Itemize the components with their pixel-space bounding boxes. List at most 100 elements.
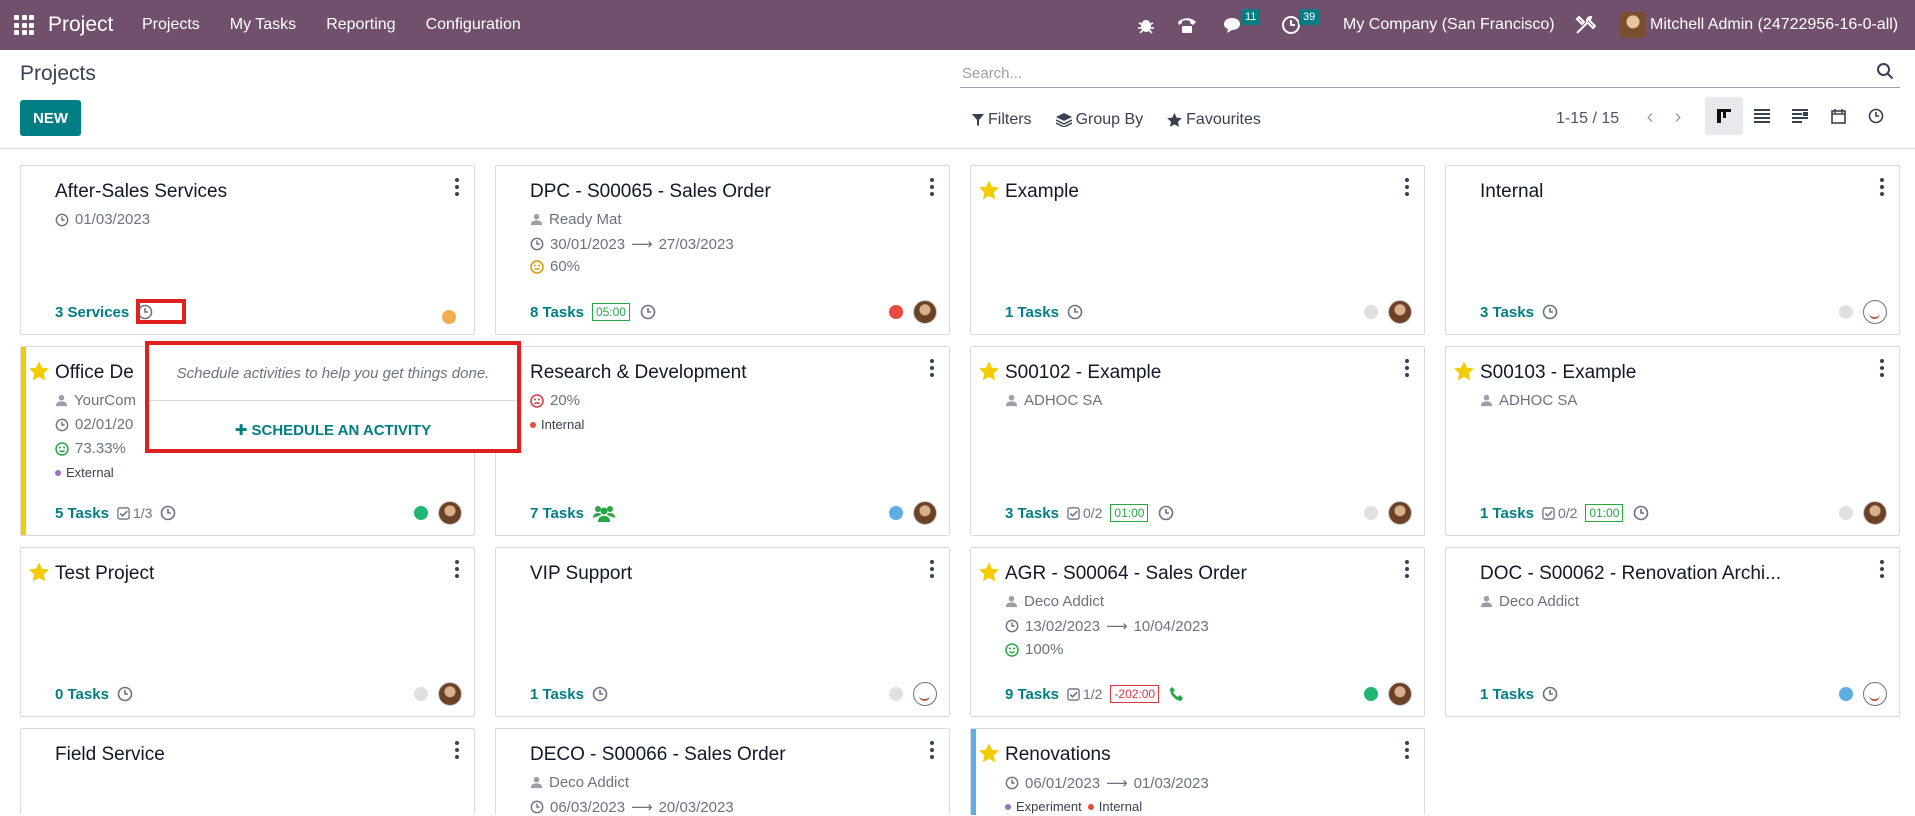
card-menu-icon[interactable] [929,560,935,578]
bug-icon[interactable] [1136,15,1156,35]
status-dot[interactable] [442,310,456,324]
pager-value[interactable]: 1-15 / 15 [1556,110,1619,128]
activity-clock-icon[interactable] [1542,304,1558,320]
project-card[interactable]: DOC - S00062 - Renovation Archi... Deco … [1445,547,1900,717]
filters-button[interactable]: Filters [972,111,1032,129]
search-icon[interactable] [1876,62,1894,80]
tasks-count-link[interactable]: 3 Tasks [1480,304,1534,321]
phone-call-icon[interactable] [1169,686,1185,702]
avatar[interactable] [913,501,937,525]
card-menu-icon[interactable] [454,178,460,196]
project-card[interactable]: Research & Development 20% Internal 7 Ta… [495,346,950,536]
card-menu-icon[interactable] [1404,741,1410,759]
avatar[interactable] [438,501,462,525]
status-dot[interactable] [1364,687,1378,701]
activities-view-button[interactable] [1857,97,1895,135]
avatar[interactable] [913,682,937,706]
card-menu-icon[interactable] [929,359,935,377]
tasks-count-link[interactable]: 5 Tasks [55,505,109,522]
menu-projects[interactable]: Projects [142,16,200,34]
user-avatar[interactable] [1620,12,1646,38]
avatar[interactable] [438,682,462,706]
schedule-activity-button[interactable]: ✚ SCHEDULE AN ACTIVITY [149,421,517,439]
list-view-button[interactable] [1743,97,1781,135]
tasks-count-link[interactable]: 3 Tasks [1005,505,1059,522]
new-button[interactable]: NEW [20,100,81,136]
card-menu-icon[interactable] [929,741,935,759]
company-switcher[interactable]: My Company (San Francisco) [1343,16,1555,34]
activity-clock-icon[interactable] [592,686,608,702]
card-menu-icon[interactable] [1879,359,1885,377]
group-by-button[interactable]: Group By [1055,111,1143,129]
project-card[interactable]: Field Service [20,728,475,815]
avatar[interactable] [1863,682,1887,706]
status-dot[interactable] [414,506,428,520]
activity-clock-icon[interactable] [640,304,656,320]
card-menu-icon[interactable] [1404,560,1410,578]
activity-clock-icon[interactable] [117,686,133,702]
tasks-count-link[interactable]: 1 Tasks [1480,505,1534,522]
project-card[interactable]: Example 1 Tasks [970,165,1425,335]
avatar[interactable] [1388,501,1412,525]
activity-clock-icon[interactable] [1633,505,1649,521]
tasks-count-link[interactable]: 7 Tasks [530,505,584,522]
card-menu-icon[interactable] [454,741,460,759]
kanban-view-button[interactable] [1705,97,1743,135]
tasks-count-link[interactable]: 8 Tasks [530,304,584,321]
avatar[interactable] [1863,501,1887,525]
project-card[interactable]: Internal 3 Tasks [1445,165,1900,335]
status-dot[interactable] [889,506,903,520]
calendar-view-button[interactable] [1819,97,1857,135]
project-card[interactable]: After-Sales Services 01/03/2023 3 Servic… [20,165,475,335]
activity-clock-icon[interactable] [1067,304,1083,320]
services-count-link[interactable]: 3 Services [55,304,129,321]
card-menu-icon[interactable] [1879,560,1885,578]
menu-reporting[interactable]: Reporting [326,16,395,34]
project-card[interactable]: AGR - S00064 - Sales Order Deco Addict 1… [970,547,1425,717]
card-menu-icon[interactable] [1879,178,1885,196]
menu-configuration[interactable]: Configuration [426,16,521,34]
menu-my-tasks[interactable]: My Tasks [230,16,296,34]
favorite-star-icon[interactable] [979,562,999,582]
status-dot[interactable] [1839,506,1853,520]
tasks-count-link[interactable]: 1 Tasks [1005,304,1059,321]
pager-previous-icon[interactable]: ‹ [1636,106,1664,129]
card-menu-icon[interactable] [1404,359,1410,377]
avatar[interactable] [1388,682,1412,706]
status-dot[interactable] [889,687,903,701]
project-card[interactable]: S00102 - Example ADHOC SA 3 Tasks 0/2 01… [970,346,1425,536]
favorite-star-icon[interactable] [1454,361,1474,381]
project-card[interactable]: Renovations 06/01/2023 ⟶ 01/03/2023 Experi… [970,728,1425,815]
status-dot[interactable] [1839,305,1853,319]
favourites-button[interactable]: Favourites [1167,111,1261,129]
activity-clock-icon[interactable] [1542,686,1558,702]
activities-clock-icon[interactable] [1281,15,1301,35]
pager-next-icon[interactable]: › [1664,106,1692,129]
card-menu-icon[interactable] [929,178,935,196]
project-card[interactable]: DECO - S00066 - Sales Order Deco Addict … [495,728,950,816]
debug-tools-icon[interactable] [1574,14,1596,36]
project-card[interactable]: VIP Support 1 Tasks [495,547,950,717]
favorite-star-icon[interactable] [979,180,999,200]
avatar[interactable] [1863,300,1887,324]
project-card[interactable]: S00103 - Example ADHOC SA 1 Tasks 0/2 01… [1445,346,1900,536]
favorite-star-icon[interactable] [979,361,999,381]
card-menu-icon[interactable] [454,560,460,578]
status-dot[interactable] [1364,506,1378,520]
status-dot[interactable] [1364,305,1378,319]
tasks-count-link[interactable]: 9 Tasks [1005,686,1059,703]
status-dot[interactable] [889,305,903,319]
favorite-star-icon[interactable] [29,361,49,381]
card-menu-icon[interactable] [1404,178,1410,196]
activity-view-button[interactable] [1781,97,1819,135]
apps-menu-icon[interactable] [14,15,34,35]
favorite-star-icon[interactable] [29,562,49,582]
phone-icon[interactable] [1176,15,1198,35]
project-card[interactable]: Test Project 0 Tasks [20,547,475,717]
activity-clock-icon[interactable] [160,505,176,521]
tasks-count-link[interactable]: 0 Tasks [55,686,109,703]
project-card[interactable]: DPC - S00065 - Sales Order Ready Mat 30/… [495,165,950,335]
user-menu[interactable]: Mitchell Admin (24722956-16-0-all) [1650,16,1898,34]
status-dot[interactable] [1839,687,1853,701]
avatar[interactable] [1388,300,1412,324]
